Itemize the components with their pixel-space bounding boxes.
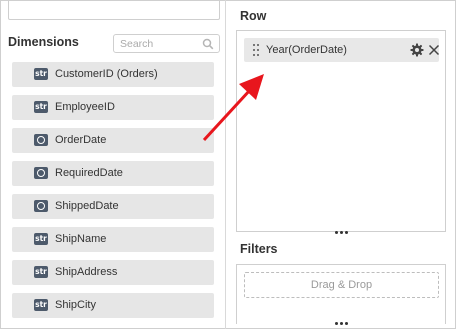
dimensions-title: Dimensions: [8, 35, 79, 49]
row-field-label: Year(OrderDate): [266, 44, 347, 56]
string-icon: str: [34, 101, 48, 113]
date-icon: [34, 200, 48, 212]
dimension-item[interactable]: str CustomerID (Orders): [12, 62, 214, 87]
dimension-item[interactable]: str ShipCity: [12, 293, 214, 318]
dimension-item[interactable]: ShippedDate: [12, 194, 214, 219]
dimension-label: OrderDate: [55, 134, 107, 146]
dimensions-panel: Dimensions Search str CustomerID (Orders…: [0, 0, 226, 329]
dimension-label: RequiredDate: [55, 167, 123, 179]
more-options-icon[interactable]: [334, 229, 350, 235]
filters-drop-area[interactable]: Drag & Drop: [236, 264, 446, 324]
string-icon: str: [34, 266, 48, 278]
search-placeholder: Search: [120, 38, 154, 50]
dimension-label: CustomerID (Orders): [55, 68, 158, 80]
dimension-item[interactable]: RequiredDate: [12, 161, 214, 186]
dimension-item[interactable]: str ShipAddress: [12, 260, 214, 285]
dimension-label: ShippedDate: [55, 200, 119, 212]
drag-drop-zone[interactable]: Drag & Drop: [244, 272, 439, 298]
string-icon: str: [34, 233, 48, 245]
dimension-label: ShipCity: [55, 299, 96, 311]
row-field-pill[interactable]: Year(OrderDate): [244, 38, 440, 62]
drag-drop-label: Drag & Drop: [310, 279, 373, 291]
dimension-item[interactable]: str ShipName: [12, 227, 214, 252]
dimension-item[interactable]: OrderDate: [12, 128, 214, 153]
date-icon: [34, 134, 48, 146]
arrow-icon: [202, 74, 264, 142]
dimension-label: ShipName: [55, 233, 107, 245]
close-icon[interactable]: [428, 44, 440, 56]
dimension-label: EmployeeID: [55, 101, 115, 113]
search-icon[interactable]: [202, 38, 214, 50]
more-options-icon[interactable]: [334, 320, 350, 326]
dimension-label: ShipAddress: [55, 266, 118, 278]
drag-handle-icon[interactable]: [253, 44, 259, 56]
dimension-item[interactable]: str EmployeeID: [12, 95, 214, 120]
search-input[interactable]: Search: [113, 34, 220, 53]
string-icon: str: [34, 299, 48, 311]
filters-section-title: Filters: [240, 242, 278, 256]
date-icon: [34, 167, 48, 179]
string-icon: str: [34, 68, 48, 80]
gear-icon[interactable]: [410, 43, 424, 57]
dimensions-list: str CustomerID (Orders) str EmployeeID O…: [12, 62, 214, 326]
top-panel-box: [8, 0, 220, 20]
row-section-title: Row: [240, 9, 267, 23]
